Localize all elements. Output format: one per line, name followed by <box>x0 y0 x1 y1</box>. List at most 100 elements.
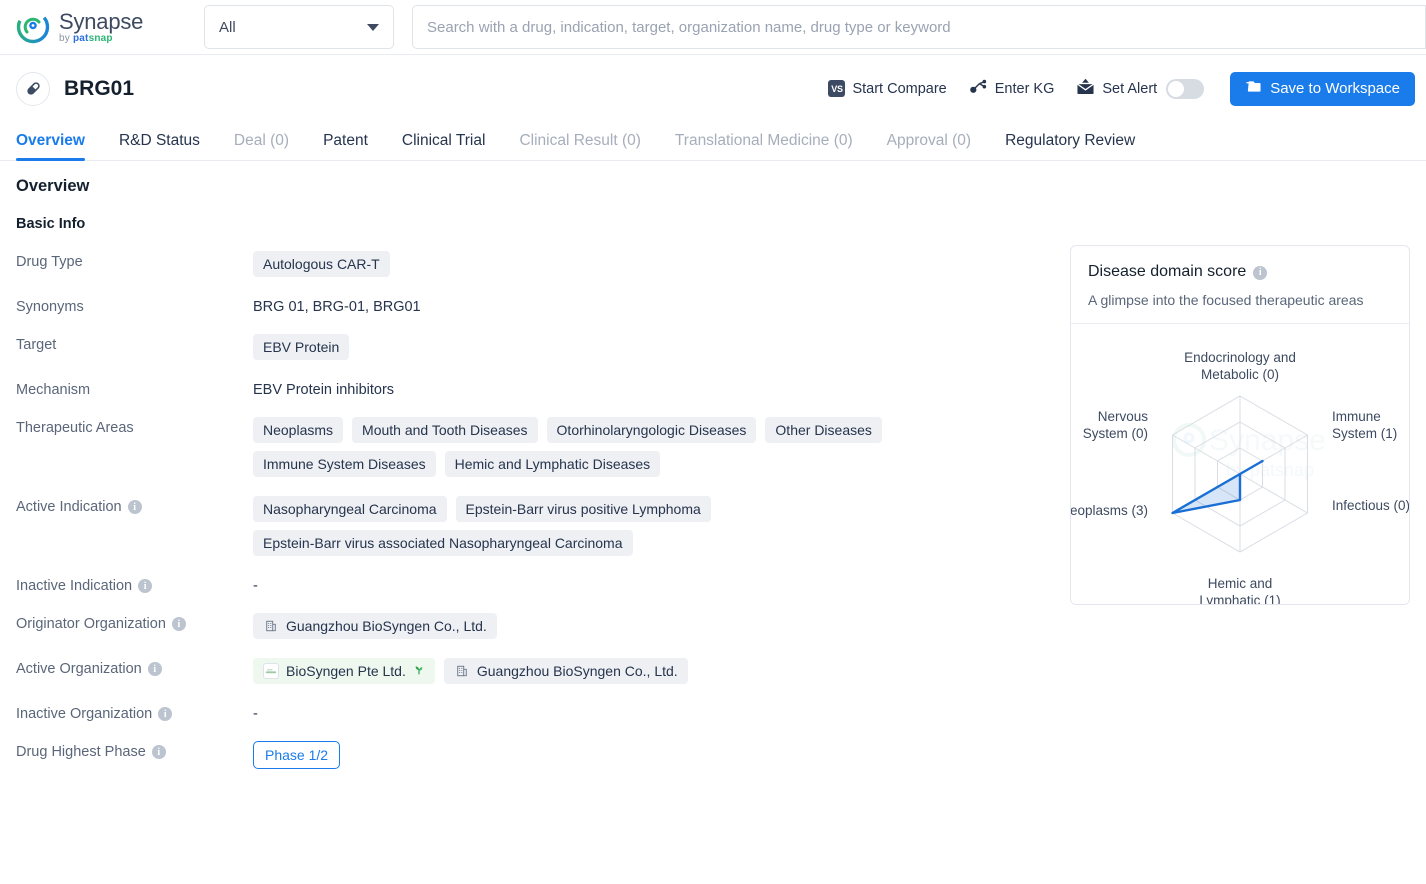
page-title: BRG01 <box>64 76 135 100</box>
mail-alert-icon <box>1076 78 1095 99</box>
organization-chip[interactable]: BioSyngen Pte Ltd. <box>253 658 435 684</box>
tab-overview[interactable]: Overview <box>16 132 102 161</box>
organization-chip[interactable]: Guangzhou BioSyngen Co., Ltd. <box>253 613 497 639</box>
info-icon[interactable]: i <box>147 662 162 676</box>
tab-patent[interactable]: Patent <box>306 132 385 160</box>
row-value: EBV Protein <box>253 334 1046 360</box>
value-chip[interactable]: Otorhinolaryngologic Diseases <box>546 417 757 443</box>
folder-icon <box>1245 79 1262 98</box>
radar-chart: Synapse by patsnap Endocrinology and Metabo… <box>1071 324 1409 604</box>
row-label-text: Inactive Indication <box>16 578 133 594</box>
save-to-workspace-button[interactable]: Save to Workspace <box>1230 71 1415 106</box>
tab-clinical-trial[interactable]: Clinical Trial <box>385 132 503 160</box>
brand-name: Synapse <box>59 8 144 34</box>
search-placeholder: Search with a drug, indication, target, … <box>427 18 951 36</box>
info-row: Therapeutic Areas Neoplasms Mouth and Toot… <box>16 417 1046 477</box>
row-label: Mechanism <box>16 379 253 398</box>
organization-name: Guangzhou BioSyngen Co., Ltd. <box>476 663 678 679</box>
row-label-text: Active Indication <box>16 499 122 515</box>
info-icon[interactable]: i <box>138 579 153 593</box>
value-chip[interactable]: Neoplasms <box>253 417 344 443</box>
row-label: Synonyms <box>16 296 253 315</box>
info-row: Drug Highest Phase i Phase 1/2 <box>16 741 1046 769</box>
organization-name: BioSyngen Pte Ltd. <box>286 663 406 679</box>
row-label: Drug Highest Phase i <box>16 741 253 769</box>
info-row: Synonyms BRG 01, BRG-01, BRG01 <box>16 296 1046 315</box>
row-value: Nasopharyngeal Carcinoma Epstein-Barr vir… <box>253 496 1046 556</box>
row-label-text: Synonyms <box>16 299 84 315</box>
info-icon[interactable]: i <box>151 745 166 759</box>
svg-text:Infectious (0): Infectious (0) <box>1332 498 1409 513</box>
brand-pat: pat <box>72 32 89 44</box>
row-label-text: Therapeutic Areas <box>16 420 134 436</box>
start-compare-button[interactable]: VS Start Compare <box>828 80 947 97</box>
global-header: Synapse by patsnap All Search with a dru… <box>0 0 1426 55</box>
info-icon[interactable]: i <box>171 617 186 631</box>
value-chip[interactable]: Immune System Diseases <box>253 451 436 477</box>
value-chip[interactable]: Epstein-Barr virus positive Lymphoma <box>455 496 711 522</box>
row-value: BioSyngen Pte Ltd. Guangzhou BioSyngen Co… <box>253 658 1046 684</box>
panel-subtitle: A glimpse into the focused therapeutic a… <box>1088 292 1364 308</box>
row-label-text: Drug Type <box>16 254 83 270</box>
search-input[interactable]: Search with a drug, indication, target, … <box>412 5 1426 49</box>
brand-by: by <box>59 32 70 44</box>
info-row: Target EBV Protein <box>16 334 1046 360</box>
value-chip[interactable]: Epstein-Barr virus associated Nasopharyn… <box>253 530 633 556</box>
row-label-text: Active Organization <box>16 661 142 677</box>
svg-text:System (0): System (0) <box>1083 426 1148 441</box>
value-chip[interactable]: EBV Protein <box>253 334 350 360</box>
knowledge-graph-icon <box>969 78 988 99</box>
info-icon[interactable]: i <box>127 500 142 514</box>
enter-kg-button[interactable]: Enter KG <box>969 78 1055 99</box>
info-row: Inactive Indication i - <box>16 575 1046 594</box>
brand-logo[interactable]: Synapse by patsnap <box>16 10 184 44</box>
capsule-icon <box>16 71 50 106</box>
value-chip[interactable]: Mouth and Tooth Diseases <box>352 417 538 443</box>
row-value: Autologous CAR-T <box>253 251 1046 277</box>
panel-header: Disease domain score i A glimpse into th… <box>1071 246 1409 324</box>
row-label-text: Drug Highest Phase <box>16 744 146 760</box>
organization-chip[interactable]: Guangzhou BioSyngen Co., Ltd. <box>443 658 688 684</box>
row-value: - <box>253 575 1046 594</box>
drug-header: BRG01 VS Start Compare Enter KG Set Aler… <box>0 55 1426 122</box>
tab-deal-0[interactable]: Deal (0) <box>217 132 306 160</box>
disease-domain-score-panel: Disease domain score i A glimpse into th… <box>1070 245 1410 605</box>
save-to-workspace-label: Save to Workspace <box>1270 80 1400 97</box>
tab-translational-medicine-0[interactable]: Translational Medicine (0) <box>658 132 870 160</box>
tab-approval-0[interactable]: Approval (0) <box>870 132 988 160</box>
set-alert-label: Set Alert <box>1102 80 1158 97</box>
info-row: Active Organization i BioSyngen Pte Ltd. Gu… <box>16 658 1046 684</box>
enter-kg-label: Enter KG <box>994 80 1055 97</box>
row-label: Therapeutic Areas <box>16 417 253 477</box>
svg-text:Neoplasms (3): Neoplasms (3) <box>1071 503 1148 518</box>
row-label-text: Originator Organization <box>16 616 166 632</box>
row-value: Guangzhou BioSyngen Co., Ltd. <box>253 613 1046 639</box>
info-icon[interactable]: i <box>1253 265 1268 280</box>
synapse-logo-icon <box>16 10 50 44</box>
set-alert-toggle[interactable] <box>1166 78 1205 99</box>
row-label: Active Indication i <box>16 496 253 556</box>
building-icon <box>454 663 470 679</box>
value-chip[interactable]: Other Diseases <box>765 417 882 443</box>
value-chip[interactable]: Hemic and Lymphatic Diseases <box>444 451 661 477</box>
tab-regulatory-review[interactable]: Regulatory Review <box>988 132 1152 160</box>
value-chip[interactable]: Nasopharyngeal Carcinoma <box>253 496 447 522</box>
row-label-text: Inactive Organization <box>16 706 153 722</box>
row-label: Active Organization i <box>16 658 253 684</box>
row-value: BRG 01, BRG-01, BRG01 <box>253 296 1046 315</box>
svg-text:Hemic and: Hemic and <box>1208 576 1273 591</box>
svg-text:Synapse: Synapse <box>1209 424 1326 457</box>
search-scope-value: All <box>219 18 236 36</box>
set-alert-control[interactable]: Set Alert <box>1076 78 1205 99</box>
phase-badge[interactable]: Phase 1/2 <box>253 741 341 769</box>
search-scope-select[interactable]: All <box>204 5 394 49</box>
value-chip[interactable]: Autologous CAR-T <box>253 251 390 277</box>
row-label: Drug Type <box>16 251 253 277</box>
svg-text:System (1): System (1) <box>1332 426 1397 441</box>
tab-clinical-result-0[interactable]: Clinical Result (0) <box>502 132 657 160</box>
svg-text:Lymphatic (1): Lymphatic (1) <box>1199 593 1280 604</box>
svg-text:Endocrinology and: Endocrinology and <box>1184 350 1296 365</box>
info-icon[interactable]: i <box>158 707 173 721</box>
row-label: Target <box>16 334 253 360</box>
tab-r-d-status[interactable]: R&D Status <box>102 132 217 160</box>
